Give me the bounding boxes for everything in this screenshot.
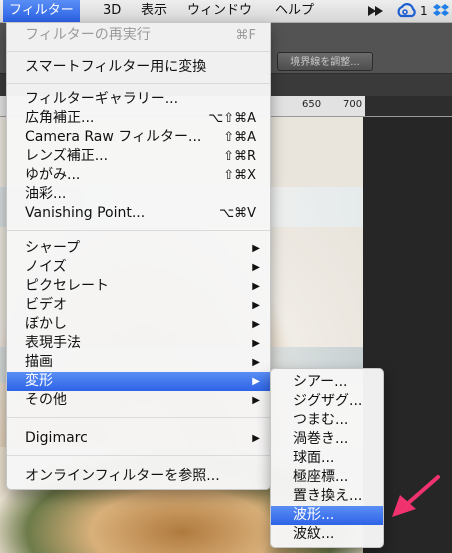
submenu-item-pinch[interactable]: つまむ... <box>271 411 383 430</box>
menu-item-liquify[interactable]: ゆがみ... ⇧⌘X <box>7 166 270 185</box>
shortcut: ⇧⌘R <box>223 149 256 164</box>
submenu-arrow-icon: ▶ <box>252 433 260 444</box>
label: レンズ補正... <box>25 148 109 164</box>
submenu-item-wave[interactable]: 波形... <box>271 506 383 525</box>
label: フィルターギャラリー... <box>25 91 179 107</box>
menu-item-stylize[interactable]: 表現手法 ▶ <box>7 334 270 353</box>
label: スマートフィルター用に変換 <box>25 59 207 75</box>
submenu-item-twirl[interactable]: 渦巻き... <box>271 430 383 449</box>
submenu-item-zigzag[interactable]: ジグザグ... <box>271 392 383 411</box>
label: オンラインフィルターを参照... <box>25 468 220 484</box>
filter-menu: フィルターの再実行 ⌘F スマートフィルター用に変換 フィルターギャラリー...… <box>6 22 271 490</box>
label: Camera Raw フィルター... <box>25 129 202 145</box>
menu-item-vanishing-point[interactable]: Vanishing Point... ⌥⌘V <box>7 204 270 223</box>
menu-item-oil-paint[interactable]: 油彩... <box>7 185 270 204</box>
dropbox-icon[interactable] <box>432 3 450 19</box>
label: 油彩... <box>25 186 67 202</box>
ruler-overflow <box>365 96 452 116</box>
menu-item-browse-online[interactable]: オンラインフィルターを参照... <box>7 467 270 486</box>
submenu-arrow-icon: ▶ <box>252 243 260 254</box>
label: 広角補正... <box>25 110 95 126</box>
creative-cloud-icon[interactable] <box>395 3 417 19</box>
submenu-item-ripple[interactable]: 波紋... <box>271 525 383 544</box>
menu-filter[interactable]: フィルター <box>3 0 80 22</box>
menu-item-render[interactable]: 描画 ▶ <box>7 353 270 372</box>
menu-item-lens-correction[interactable]: レンズ補正... ⇧⌘R <box>7 147 270 166</box>
label: ビデオ <box>25 297 67 313</box>
submenu-arrow-icon: ▶ <box>252 281 260 292</box>
submenu-item-shear[interactable]: シアー... <box>271 373 383 392</box>
label: 表現手法 <box>25 335 81 351</box>
submenu-arrow-icon: ▶ <box>252 262 260 273</box>
label: フィルターの再実行 <box>25 27 151 43</box>
menu-item-smart-filter[interactable]: スマートフィルター用に変換 <box>7 58 270 77</box>
menu-item-sharpen[interactable]: シャープ ▶ <box>7 239 270 258</box>
submenu-arrow-icon: ▶ <box>252 357 260 368</box>
label: シャープ <box>25 240 81 256</box>
separator <box>7 417 270 418</box>
menu-item-filter-gallery[interactable]: フィルターギャラリー... <box>7 90 270 109</box>
distort-submenu: シアー... ジグザグ... つまむ... 渦巻き... 球面... 極座標..… <box>270 368 384 548</box>
separator <box>7 51 270 52</box>
menu-item-camera-raw[interactable]: Camera Raw フィルター... ⇧⌘A <box>7 128 270 147</box>
menu-item-digimarc[interactable]: Digimarc ▶ <box>7 429 270 448</box>
menu-item-last-filter: フィルターの再実行 ⌘F <box>7 26 270 45</box>
separator <box>7 230 270 231</box>
label: その他 <box>25 392 67 408</box>
label: ノイズ <box>25 259 67 275</box>
label: Vanishing Point... <box>25 205 146 221</box>
shortcut: ⌥⌘V <box>219 206 256 221</box>
menu-item-blur[interactable]: ぼかし ▶ <box>7 315 270 334</box>
shortcut: ⇧⌘X <box>223 168 256 183</box>
label: ぼかし <box>25 316 67 332</box>
notification-count: 1 <box>420 4 428 18</box>
ruler-tick: 700 <box>343 99 363 110</box>
shortcut: ⇧⌘A <box>223 130 256 145</box>
creative-cloud-sync-icon[interactable] <box>367 3 387 19</box>
menu-item-video[interactable]: ビデオ ▶ <box>7 296 270 315</box>
menu-window[interactable]: ウィンドウ <box>187 0 252 22</box>
submenu-arrow-icon: ▶ <box>252 300 260 311</box>
menu-item-distort[interactable]: 変形 ▶ <box>7 372 270 391</box>
menu-view[interactable]: 表示 <box>141 0 167 22</box>
ruler-tick: 650 <box>302 99 322 110</box>
separator <box>7 83 270 84</box>
shortcut: ⌥⇧⌘A <box>208 111 256 126</box>
submenu-arrow-icon: ▶ <box>252 395 260 406</box>
separator <box>7 455 270 456</box>
shortcut: ⌘F <box>235 28 256 43</box>
label: 変形 <box>25 373 53 389</box>
menu-bar: フィルター 3D 表示 ウィンドウ ヘルプ 1 <box>0 0 452 23</box>
menu-item-wide-angle[interactable]: 広角補正... ⌥⇧⌘A <box>7 109 270 128</box>
submenu-arrow-icon: ▶ <box>252 338 260 349</box>
menu-item-pixelate[interactable]: ピクセレート ▶ <box>7 277 270 296</box>
pointer-arrow-icon <box>392 475 440 517</box>
label: Digimarc <box>25 430 88 446</box>
submenu-arrow-icon: ▶ <box>252 319 260 330</box>
label: 描画 <box>25 354 53 370</box>
menu-help[interactable]: ヘルプ <box>275 0 314 22</box>
menu-item-noise[interactable]: ノイズ ▶ <box>7 258 270 277</box>
submenu-item-spherize[interactable]: 球面... <box>271 449 383 468</box>
label: ゆがみ... <box>25 167 81 183</box>
submenu-arrow-icon: ▶ <box>252 376 260 387</box>
refine-edge-button[interactable]: 境界線を調整... <box>277 52 373 71</box>
submenu-item-displace[interactable]: 置き換え... <box>271 487 383 506</box>
menu-3d[interactable]: 3D <box>103 0 121 22</box>
submenu-item-polar-coordinates[interactable]: 極座標... <box>271 468 383 487</box>
label: ピクセレート <box>25 278 109 294</box>
menu-item-other[interactable]: その他 ▶ <box>7 391 270 410</box>
